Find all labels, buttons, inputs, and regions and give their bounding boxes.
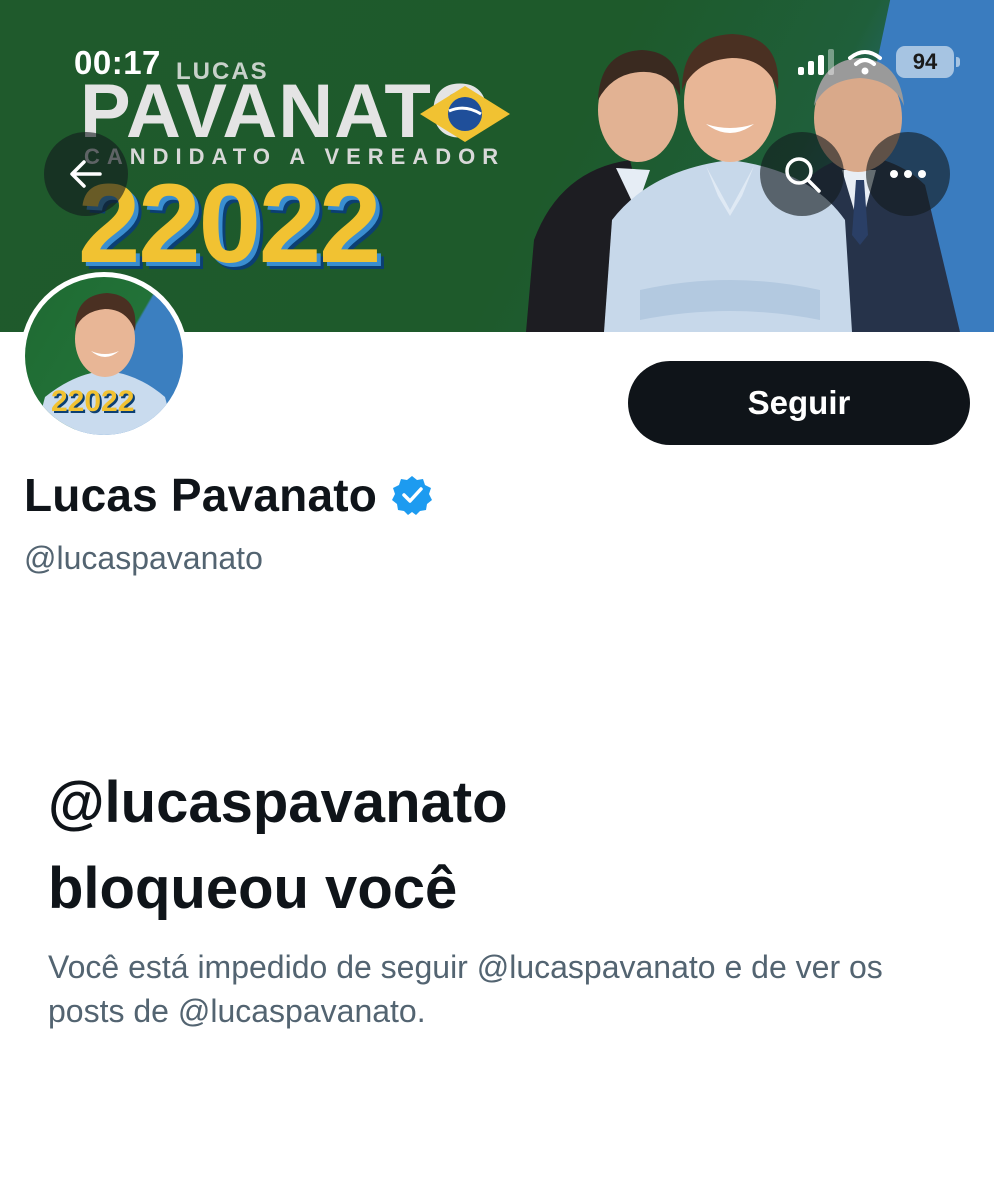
back-arrow-icon [70,160,102,188]
avatar-photo: 22022 [25,277,183,435]
status-icons: 94 [798,44,960,80]
avatar-number: 22022 [51,385,135,418]
blocked-title-line-1: @lucaspavanato [48,770,508,835]
search-button[interactable] [760,132,844,216]
battery-charging-icon: 94 [896,46,960,78]
back-button[interactable] [44,132,128,216]
follow-button[interactable]: Seguir [628,361,970,445]
blocked-title: @lucaspavanato bloqueou você [48,760,948,932]
brazil-flag-icon [420,86,510,142]
more-options-button[interactable] [866,132,950,216]
profile-avatar[interactable]: 22022 [20,272,188,440]
display-name-row: Lucas Pavanato [24,468,433,522]
blocked-message: Você está impedido de seguir @lucaspavan… [48,949,883,1030]
battery-level: 94 [912,49,938,74]
wifi-icon [848,50,882,75]
status-time: 00:17 [74,44,161,81]
verified-badge-icon[interactable] [391,474,433,516]
search-icon [785,157,821,193]
profile-handle: @lucaspavanato [24,540,263,576]
display-name: Lucas Pavanato [24,469,378,521]
blocked-title-line-2: bloqueou você [48,855,458,921]
signal-icon [798,49,834,75]
more-dots-icon [890,170,926,178]
